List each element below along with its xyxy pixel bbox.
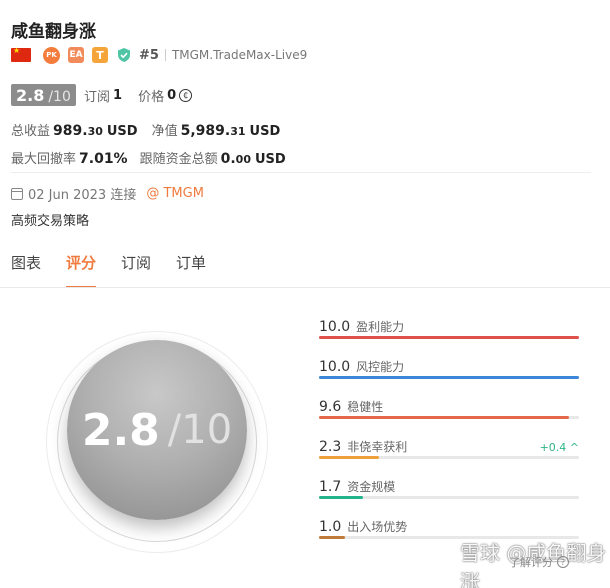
page-title: 咸鱼翻身涨 bbox=[11, 22, 96, 42]
follow-decimal: 00 bbox=[235, 153, 251, 166]
metric-track bbox=[319, 496, 579, 499]
metric-row: 1.7 资金规模 bbox=[319, 478, 579, 512]
broker-link[interactable]: @ TMGM bbox=[146, 186, 204, 201]
metric-row: 10.0 盈利能力 bbox=[319, 318, 579, 352]
section-divider bbox=[11, 172, 591, 173]
follow-label: 跟随资金总额 bbox=[139, 152, 218, 167]
china-flag-icon bbox=[11, 46, 31, 62]
t-badge-icon[interactable]: T bbox=[92, 47, 108, 63]
metric-name: 风控能力 bbox=[356, 360, 405, 374]
coin-icon: ₵ bbox=[179, 89, 193, 102]
score-max: /10 bbox=[48, 89, 71, 105]
score-value: 2.8 bbox=[16, 86, 45, 105]
connect-row: 02 Jun 2023 连接 @ TMGM bbox=[11, 184, 204, 203]
verified-shield-icon[interactable] bbox=[116, 47, 132, 63]
drawdown-label: 最大回撤率 bbox=[11, 152, 77, 167]
learn-rating-label[interactable]: 了解评分 bbox=[509, 554, 553, 570]
metric-value: 10.0 bbox=[319, 359, 351, 375]
tab-bar: 图表 评分 订阅 订单 bbox=[11, 252, 231, 288]
metric-fill bbox=[319, 496, 364, 499]
metric-fill bbox=[319, 376, 579, 379]
tab-orders[interactable]: 订单 bbox=[176, 252, 206, 288]
rank-label: #5 bbox=[139, 47, 159, 63]
calendar-icon bbox=[11, 187, 23, 200]
metric-track bbox=[319, 376, 579, 379]
metric-name: 出入场优势 bbox=[347, 520, 408, 534]
net-value: 5,989. bbox=[180, 123, 231, 139]
price-value: 0 bbox=[167, 88, 177, 103]
metric-row: 9.6 稳健性 bbox=[319, 398, 579, 432]
server-name: TMGM.TradeMax-Live9 bbox=[171, 48, 308, 62]
score-circle: 2.8 /10 bbox=[67, 340, 247, 520]
score-badge: 2.8 /10 bbox=[11, 84, 76, 106]
metric-name: 稳健性 bbox=[347, 400, 384, 414]
big-score-max: /10 bbox=[167, 407, 233, 453]
metric-fill bbox=[319, 336, 579, 339]
ea-badge-icon[interactable]: EA bbox=[68, 47, 84, 63]
net-label: 净值 bbox=[151, 124, 178, 139]
tab-divider bbox=[0, 287, 610, 288]
metric-name: 盈利能力 bbox=[356, 320, 405, 334]
pk-badge-icon[interactable]: PK bbox=[43, 46, 60, 64]
metric-value: 1.0 bbox=[319, 519, 342, 535]
total-profit-value: 989. bbox=[53, 123, 88, 139]
metric-delta: +0.4 ^ bbox=[539, 441, 579, 454]
profit-row: 总收益 989. 30 USD 净值 5,989. 31 USD bbox=[11, 120, 294, 139]
drawdown-value: 7.01% bbox=[79, 151, 128, 167]
subscribe-count: 1 bbox=[113, 88, 123, 103]
metric-value: 1.7 bbox=[319, 479, 342, 495]
big-score-value: 2.8 bbox=[81, 404, 160, 456]
metric-fill bbox=[319, 416, 569, 419]
total-profit-currency: USD bbox=[106, 124, 138, 139]
drawdown-row: 最大回撤率 7.01% 跟随资金总额 0. 00 USD bbox=[11, 148, 300, 167]
help-icon[interactable]: ? bbox=[557, 556, 569, 568]
total-profit-decimal: 30 bbox=[87, 125, 103, 138]
tab-chart[interactable]: 图表 bbox=[11, 252, 41, 288]
strategy-text: 高频交易策略 bbox=[11, 214, 90, 229]
meta-row: 订阅 1 价格 0 ₵ bbox=[84, 86, 193, 105]
follow-currency: USD bbox=[254, 152, 286, 167]
metric-value: 10.0 bbox=[319, 319, 351, 335]
metric-fill bbox=[319, 456, 379, 459]
metric-fill bbox=[319, 536, 345, 539]
follow-value: 0. bbox=[220, 151, 236, 167]
metric-track bbox=[319, 336, 579, 339]
metric-value: 9.6 bbox=[319, 399, 342, 415]
connect-date: 02 Jun 2023 连接 bbox=[28, 188, 137, 203]
net-decimal: 31 bbox=[230, 125, 246, 138]
subscribe-label: 订阅 bbox=[84, 90, 111, 105]
badge-row: PK EA T #5 TMGM.TradeMax-Live9 bbox=[11, 45, 307, 65]
metric-name: 非侥幸获利 bbox=[347, 440, 408, 454]
price-label: 价格 bbox=[138, 90, 165, 105]
metric-row: 10.0 风控能力 bbox=[319, 358, 579, 392]
metric-track bbox=[319, 456, 579, 459]
metric-track bbox=[319, 416, 579, 419]
metric-value: 2.3 bbox=[319, 439, 342, 455]
net-currency: USD bbox=[249, 124, 281, 139]
metric-row: 2.3 非侥幸获利 +0.4 ^ bbox=[319, 438, 579, 472]
tab-rating[interactable]: 评分 bbox=[66, 252, 97, 288]
metric-name: 资金规模 bbox=[347, 480, 396, 494]
total-profit-label: 总收益 bbox=[11, 124, 51, 139]
learn-rating-link[interactable]: 了解评分 ? bbox=[509, 554, 569, 570]
divider bbox=[164, 49, 166, 61]
tab-subscribe[interactable]: 订阅 bbox=[121, 252, 151, 288]
